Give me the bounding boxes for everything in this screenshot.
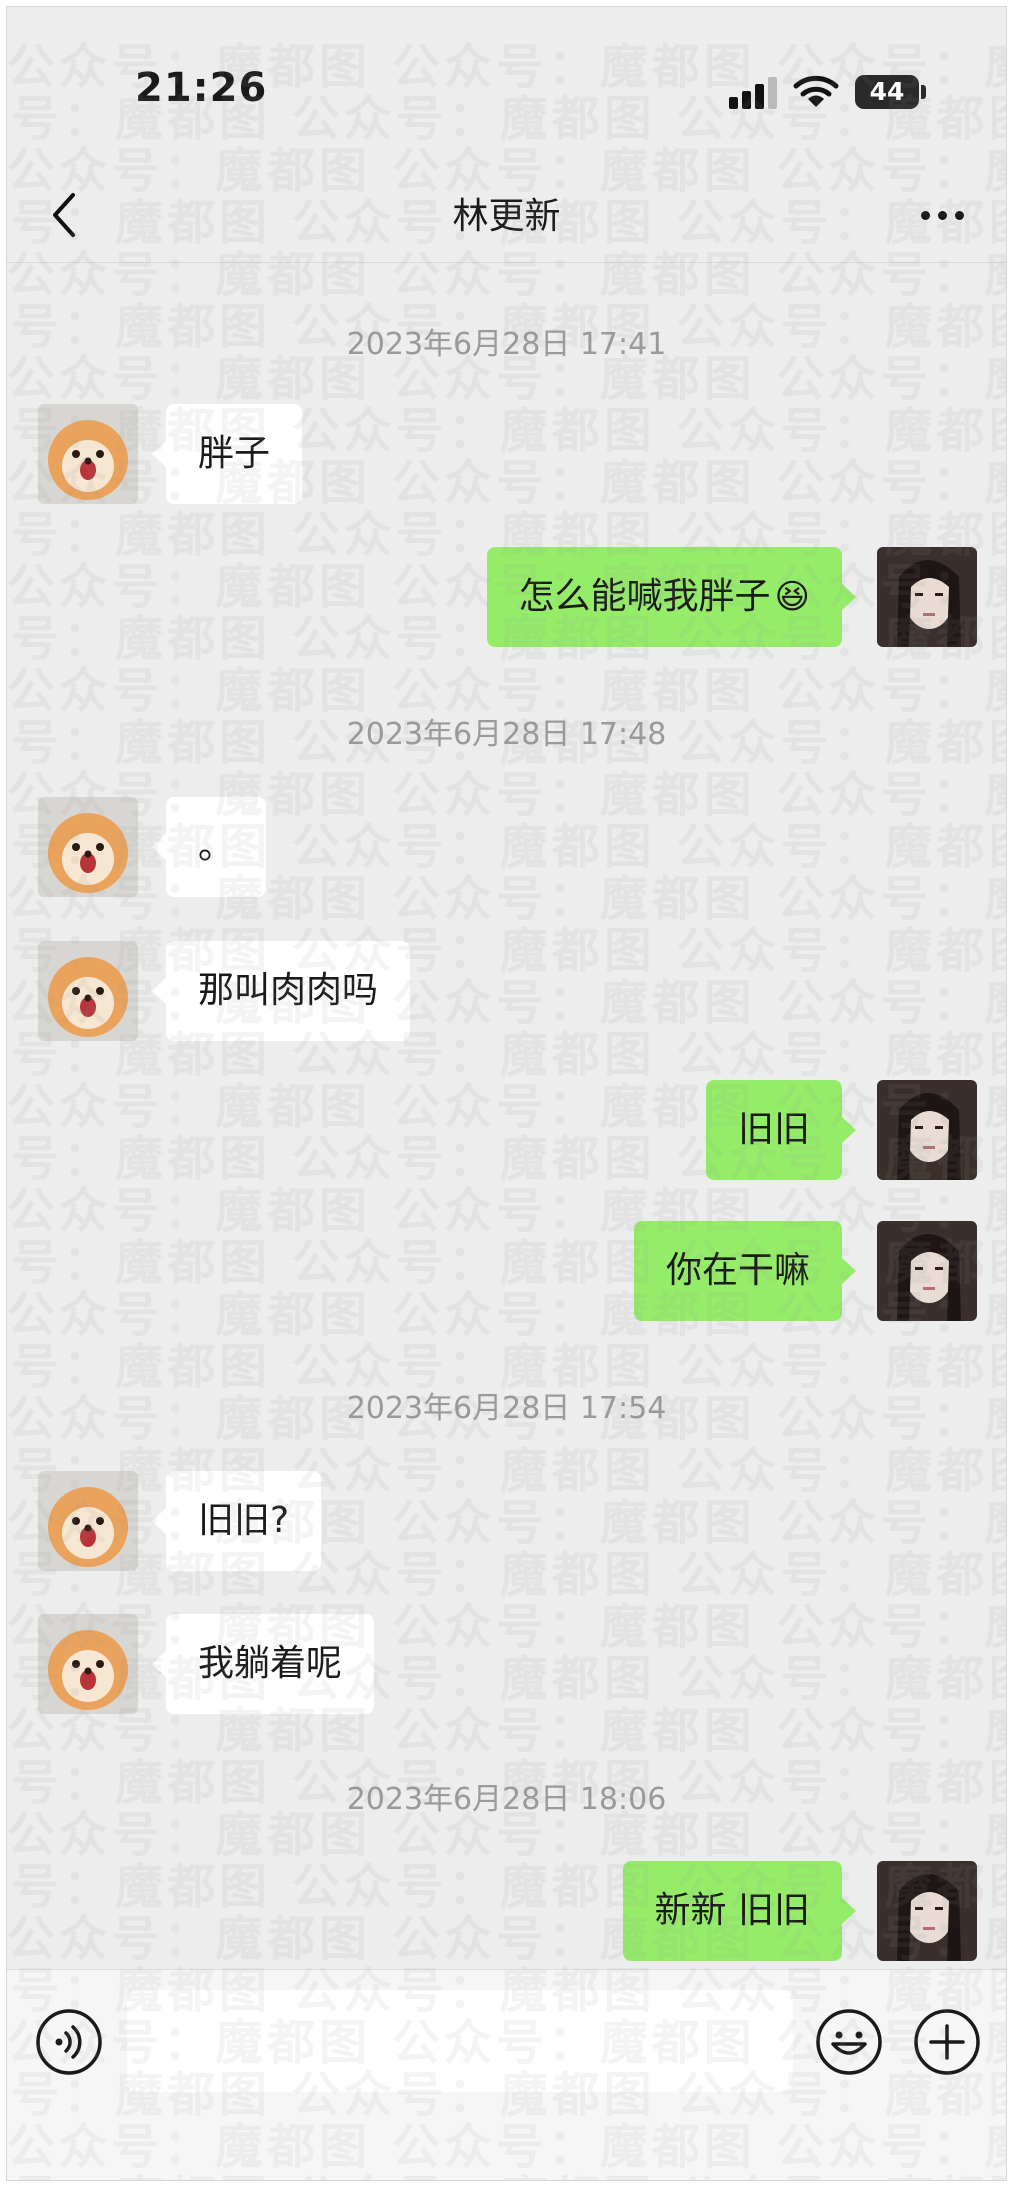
message-row-contact: 我躺着呢: [7, 1614, 1006, 1714]
nav-bar: 林更新: [7, 167, 1006, 263]
timestamp: 2023年6月28日 17:54: [346, 1391, 667, 1426]
input-bar: [7, 1969, 1006, 2180]
message-bubble-contact[interactable]: 我躺着呢: [151, 1614, 375, 1714]
self-avatar[interactable]: [877, 1080, 977, 1180]
timestamp: 2023年6月28日 18:06: [346, 1782, 667, 1817]
status-time: 21:26: [135, 65, 268, 111]
battery-icon: 44: [855, 75, 919, 109]
message-row-contact: 那叫肉肉吗: [7, 941, 1006, 1041]
grinning-squint-emoji: 😆: [774, 577, 810, 617]
contact-avatar[interactable]: [38, 941, 138, 1041]
message-row-self: 怎么能喊我胖子 😆: [7, 547, 1006, 647]
message-bubble-contact[interactable]: 。: [151, 797, 267, 897]
chat-title: 林更新: [452, 196, 561, 237]
battery-level: 44: [869, 77, 905, 106]
message-input[interactable]: [127, 1990, 793, 2092]
message-bubble-self[interactable]: 你在干嘛: [633, 1221, 857, 1321]
message-bubble-self[interactable]: 旧旧: [705, 1080, 857, 1180]
plus-icon[interactable]: [913, 2008, 981, 2076]
message-row-self: 你在干嘛: [7, 1221, 1006, 1321]
timestamp: 2023年6月28日 17:41: [346, 327, 667, 362]
signal-icon: [729, 77, 777, 109]
self-avatar[interactable]: [877, 547, 977, 647]
contact-avatar[interactable]: [38, 1614, 138, 1714]
emoji-icon[interactable]: [815, 2008, 883, 2076]
more-dots-icon[interactable]: [917, 195, 969, 235]
message-row-contact: 。: [7, 797, 1006, 897]
contact-avatar[interactable]: [38, 1471, 138, 1571]
self-avatar[interactable]: [877, 1221, 977, 1321]
contact-avatar[interactable]: [38, 797, 138, 897]
message-row-contact: 旧旧?: [7, 1471, 1006, 1571]
message-bubble-self[interactable]: 怎么能喊我胖子 😆: [486, 547, 857, 647]
voice-icon[interactable]: [35, 2008, 103, 2076]
message-row-contact: 胖子: [7, 404, 1006, 504]
wifi-icon: [793, 75, 839, 107]
message-list[interactable]: 2023年6月28日 17:41 胖子 怎么能喊我胖子 😆 2023年6月28日…: [7, 264, 1006, 1969]
timestamp: 2023年6月28日 17:48: [346, 717, 667, 752]
status-bar: 21:26 44: [7, 7, 1006, 167]
self-avatar[interactable]: [877, 1861, 977, 1961]
message-text: 怎么能喊我胖子: [518, 576, 771, 617]
message-bubble-contact[interactable]: 那叫肉肉吗: [151, 941, 411, 1041]
message-row-self: 新新 旧旧: [7, 1861, 1006, 1961]
contact-avatar[interactable]: [38, 404, 138, 504]
message-row-self: 旧旧: [7, 1080, 1006, 1180]
message-bubble-contact[interactable]: 旧旧?: [151, 1471, 322, 1571]
message-bubble-contact[interactable]: 胖子: [151, 404, 303, 504]
message-bubble-self[interactable]: 新新 旧旧: [622, 1861, 857, 1961]
battery-cap: [921, 85, 926, 99]
chat-screen: 21:26 44 林更新 2023年6月28日 17:41 胖子 怎么能喊我胖子…: [6, 6, 1007, 2181]
